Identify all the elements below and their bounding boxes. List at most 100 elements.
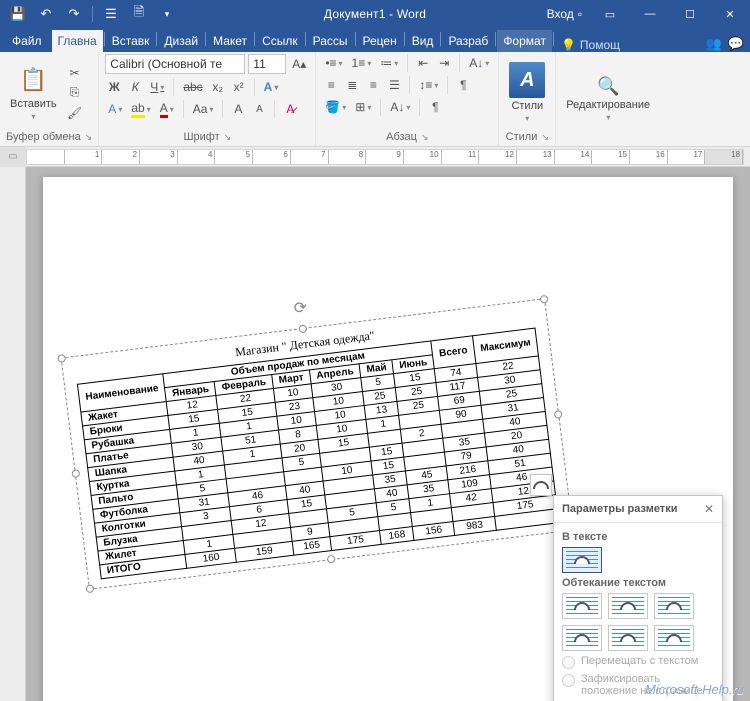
styles-icon: A [509,62,545,98]
tell-me[interactable]: 💡Помощ [555,38,620,52]
flyout-close-icon[interactable]: ✕ [704,502,714,516]
wrap-inline-option[interactable] [562,547,602,573]
tab-developer[interactable]: Разраб [442,30,494,52]
resize-handle[interactable] [71,469,80,478]
bold-button[interactable]: Ж [105,78,123,96]
copy-button[interactable]: ⎘ [65,84,85,102]
show-marks-button[interactable]: ¶ [454,76,472,94]
new-doc-icon[interactable]: 🗎 [127,3,151,25]
paste-button[interactable]: 📋 Вставить ▾ [6,62,61,123]
tab-design[interactable]: Дизай [158,30,204,52]
qat-more-icon[interactable]: ▾ [155,3,179,25]
tab-file[interactable]: Файл [6,30,52,52]
resize-handle[interactable] [540,295,549,304]
resize-handle[interactable] [57,354,66,363]
numbering-button[interactable]: 1≡ [349,54,375,72]
wrap-front-option[interactable] [654,625,694,651]
grow-font2-button[interactable]: A [250,100,268,118]
quick-access-toolbar: 💾 ↶ ↷ ☰ 🗎 ▾ [0,3,185,25]
shrink-font-button[interactable]: A [229,100,247,118]
save-icon[interactable]: 💾 [6,3,30,25]
close-button[interactable]: ✕ [710,0,750,28]
share-icon[interactable]: 👥 [706,36,722,52]
superscript-button[interactable]: x² [230,78,248,96]
clipboard-dialog-launcher[interactable]: ↘ [85,132,93,143]
ruler-corner[interactable]: ▭ [0,147,26,167]
justify-button[interactable]: ☰ [385,76,403,94]
increase-indent-button[interactable]: ⇥ [435,54,453,72]
search-icon: 🔍 [597,76,619,97]
vertical-ruler[interactable] [0,167,26,701]
wrap-square-option[interactable] [562,593,602,619]
format-painter-button[interactable]: 🖌 [65,104,85,122]
align-left-button[interactable]: ≡ [322,76,340,94]
font-color-button[interactable]: A [157,100,177,118]
resize-handle[interactable] [299,324,308,333]
tab-home[interactable]: Главна [52,30,103,52]
subscript-button[interactable]: x₂ [209,78,227,96]
resize-handle[interactable] [554,410,563,419]
cut-button[interactable]: ✂ [65,64,85,82]
title-bar: 💾 ↶ ↷ ☰ 🗎 ▾ Документ1 - Word Вход ▫ ▭ — … [0,0,750,28]
tab-references[interactable]: Ссылк [256,30,304,52]
tab-mailings[interactable]: Рассы [307,30,354,52]
tab-layout[interactable]: Макет [207,30,253,52]
highlight-button[interactable]: ab [128,100,153,118]
paste-label: Вставить [10,98,57,110]
italic-button[interactable]: К [126,78,144,96]
touch-mode-icon[interactable]: ☰ [99,3,123,25]
align-right-button[interactable]: ≡ [364,76,382,94]
multilevel-button[interactable]: ≔ [377,54,401,72]
styles-button[interactable]: A Стили ▾ [505,60,549,125]
sort2-button[interactable]: A↓ [387,98,413,116]
pilcrow-button[interactable]: ¶ [426,98,444,116]
rotated-table-object[interactable]: ⟳ Магазин " Детская одежда" Наименова [61,298,574,590]
underline-button[interactable]: Ч [147,78,167,96]
wrap-behind-option[interactable] [608,625,648,651]
font-size-combo[interactable] [248,54,286,74]
comments-icon[interactable]: 💬 [728,36,744,52]
strikethrough-button[interactable]: abc [180,78,205,96]
wrap-tight-option[interactable] [608,593,648,619]
bullets-button[interactable]: •≡ [322,54,345,72]
sign-in-button[interactable]: Вход ▫ [539,7,590,21]
redo-icon[interactable]: ↷ [62,3,86,25]
change-case-button[interactable]: Aa [190,100,217,118]
layout-options-anchor-icon[interactable] [530,474,552,496]
undo-icon[interactable]: ↶ [34,3,58,25]
styles-label: Стили [511,100,543,112]
horizontal-ruler[interactable]: 123456789101112131415161718 [26,149,744,165]
ribbon-options-icon[interactable]: ▭ [590,0,630,28]
document-canvas[interactable]: ⟳ Магазин " Детская одежда" Наименова [26,167,750,701]
font-dialog-launcher[interactable]: ↘ [224,132,232,143]
font-name-combo[interactable] [105,54,245,74]
borders-button[interactable]: ⊞ [352,98,374,116]
editing-label: Редактирование [566,99,650,111]
paragraph-dialog-launcher[interactable]: ↘ [421,132,429,143]
shading-button[interactable]: 🪣 [322,98,349,116]
tab-review[interactable]: Рецен [357,30,403,52]
layout-options-flyout: Параметры разметки ✕ В тексте Обтекание … [553,495,723,701]
resize-handle[interactable] [85,584,94,593]
resize-handle[interactable] [327,555,336,564]
rotation-handle-icon[interactable]: ⟳ [293,297,309,318]
wrap-topbottom-option[interactable] [562,625,602,651]
tab-insert[interactable]: Вставк [106,30,156,52]
clear-formatting-button[interactable]: A̷ [281,100,299,118]
grow-font-button[interactable]: A▴ [289,55,309,73]
text-effects-button[interactable]: A [261,78,282,96]
decrease-indent-button[interactable]: ⇤ [414,54,432,72]
tab-format[interactable]: Формат [497,30,552,52]
editing-button[interactable]: 🔍 Редактирование ▾ [562,74,654,124]
wrap-through-option[interactable] [654,593,694,619]
align-center-button[interactable]: ≣ [343,76,361,94]
styles-dialog-launcher[interactable]: ↘ [541,132,549,143]
minimize-button[interactable]: — [630,0,670,28]
line-spacing-button[interactable]: ↕≡ [416,76,441,94]
group-editing: 🔍 Редактирование ▾ [556,52,660,146]
text-fill-button[interactable]: A [105,100,125,118]
tab-view[interactable]: Вид [406,30,440,52]
move-with-text-radio[interactable]: Перемещать с текстом [562,655,714,669]
maximize-button[interactable]: ☐ [670,0,710,28]
sort-button[interactable]: A↓ [466,54,492,72]
